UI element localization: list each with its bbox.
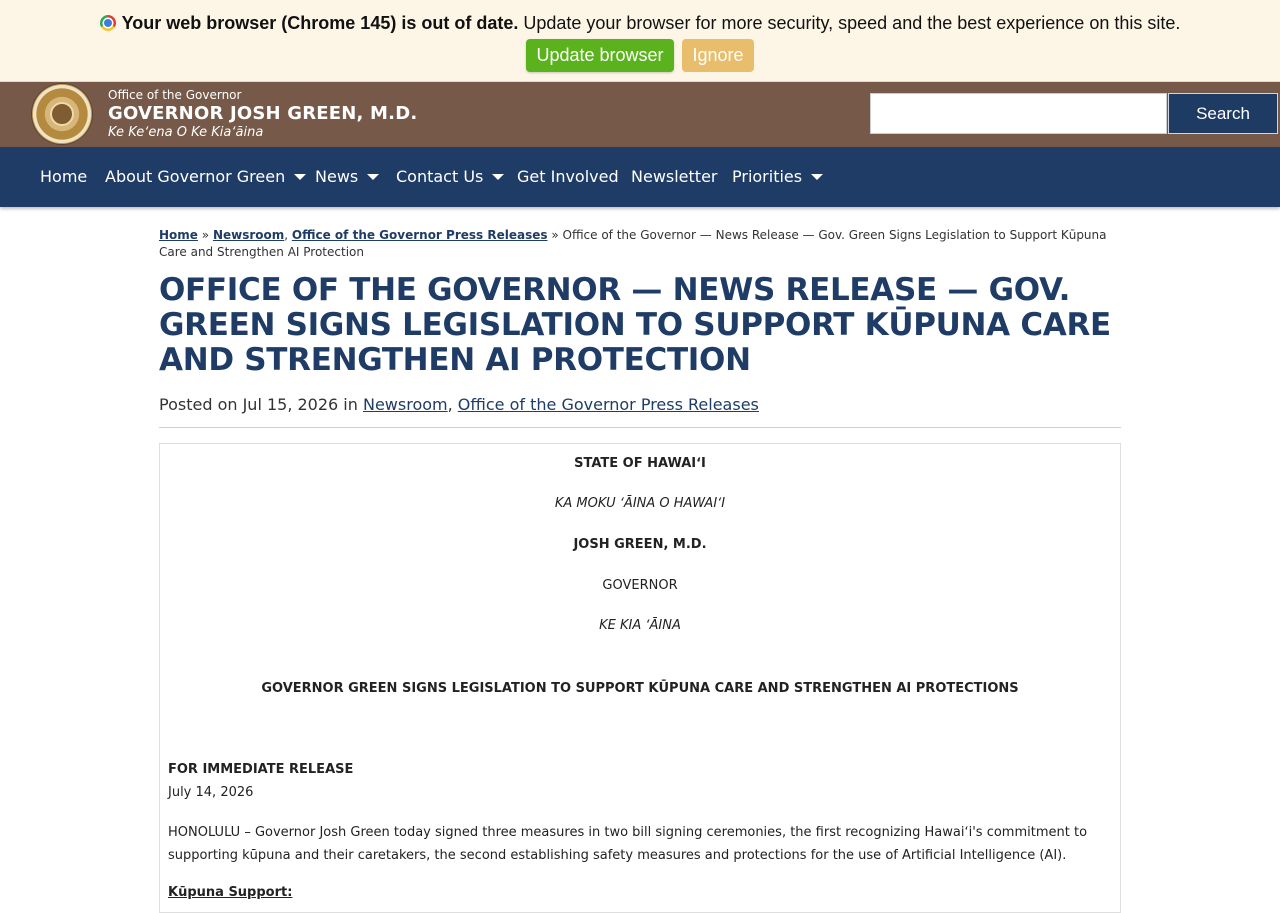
post-meta: Posted on Jul 15, 2026 in Newsroom, Offi… [159,395,759,414]
update-text: Update your browser for more security, s… [523,13,1181,33]
nav-priorities[interactable]: Priorities [732,147,824,207]
caret-down-icon [367,174,380,180]
ignore-button[interactable]: Ignore [682,39,754,72]
governor-title-heading: GOVERNOR [602,578,678,593]
breadcrumb-separator: » [201,228,210,242]
search-input[interactable] [870,93,1167,134]
immediate-release-label: FOR IMMEDIATE RELEASE [168,762,354,777]
office-label[interactable]: Office of the Governor [108,88,241,102]
update-browser-button[interactable]: Update browser [526,39,674,72]
caret-down-icon [294,174,307,180]
breadcrumb-separator: » [551,228,559,242]
posted-date: Posted on Jul 15, 2026 in [159,395,358,414]
state-seal-icon[interactable] [32,84,92,144]
governor-name-heading: JOSH GREEN, M.D. [573,537,707,552]
breadcrumb-newsroom-link[interactable]: Newsroom [213,228,284,242]
nav-newsletter[interactable]: Newsletter [631,147,718,207]
nav-contact-us[interactable]: Contact Us [396,147,505,207]
nav-label: News [315,167,359,186]
nav-get-involved[interactable]: Get Involved [517,147,619,207]
category-press-releases-link[interactable]: Office of the Governor Press Releases [458,395,759,414]
release-date: July 14, 2026 [168,785,254,800]
site-header: Office of the Governor GOVERNOR JOSH GRE… [0,82,1280,147]
divider [159,427,1121,428]
breadcrumb: Home » Newsroom, Office of the Governor … [159,227,1119,261]
release-headline: GOVERNOR GREEN SIGNS LEGISLATION TO SUPP… [261,681,1019,696]
hawaiian-title: Ke Keʻena O Ke Kiaʻāina [108,125,264,140]
nav-label: Priorities [732,167,803,186]
breadcrumb-press-releases-link[interactable]: Office of the Governor Press Releases [292,228,548,242]
nav-label: Newsletter [631,167,718,186]
update-message: Your web browser (Chrome 145) is out of … [0,13,1280,34]
category-newsroom-link[interactable]: Newsroom [363,395,448,414]
nav-news[interactable]: News [315,147,380,207]
nav-label: About Governor Green [105,167,286,186]
nav-label: Home [40,167,88,186]
governor-name[interactable]: GOVERNOR JOSH GREEN, M.D. [108,103,417,124]
breadcrumb-comma: , [284,228,289,242]
nav-about-governor-green[interactable]: About Governor Green [105,147,307,207]
search-button[interactable]: Search [1168,93,1278,134]
browser-update-banner: Your web browser (Chrome 145) is out of … [0,0,1280,82]
lead-line-2: supporting kūpuna and their caretakers, … [168,848,1067,863]
lead-paragraph: HONOLULU – Governor Josh Green today sig… [168,821,1108,867]
governor-hawaiian-heading: KE KIA ʻĀINA [599,618,681,633]
state-heading: STATE OF HAWAIʻI [574,456,706,471]
nav-label: Contact Us [396,167,484,186]
nav-label: Get Involved [517,167,619,186]
chrome-icon [99,15,116,31]
nav-home[interactable]: Home [40,147,87,207]
lead-line-1: HONOLULU – Governor Josh Green today sig… [168,825,1088,840]
breadcrumb-home-link[interactable]: Home [159,228,198,242]
category-comma: , [447,395,453,414]
page-title: Office of the Governor — News Release — … [159,272,1111,378]
caret-down-icon [492,174,505,180]
update-bold-text: Your web browser (Chrome 145) is out of … [121,13,519,33]
press-release-body: STATE OF HAWAIʻI KA MOKU ʻĀINA O HAWAIʻI… [159,443,1121,913]
main-nav: Home About Governor Green News Contact U… [0,147,1280,207]
kupuna-support-heading: Kūpuna Support: [168,885,293,900]
caret-down-icon [811,174,824,180]
state-hawaiian-heading: KA MOKU ʻĀINA O HAWAIʻI [554,496,726,511]
